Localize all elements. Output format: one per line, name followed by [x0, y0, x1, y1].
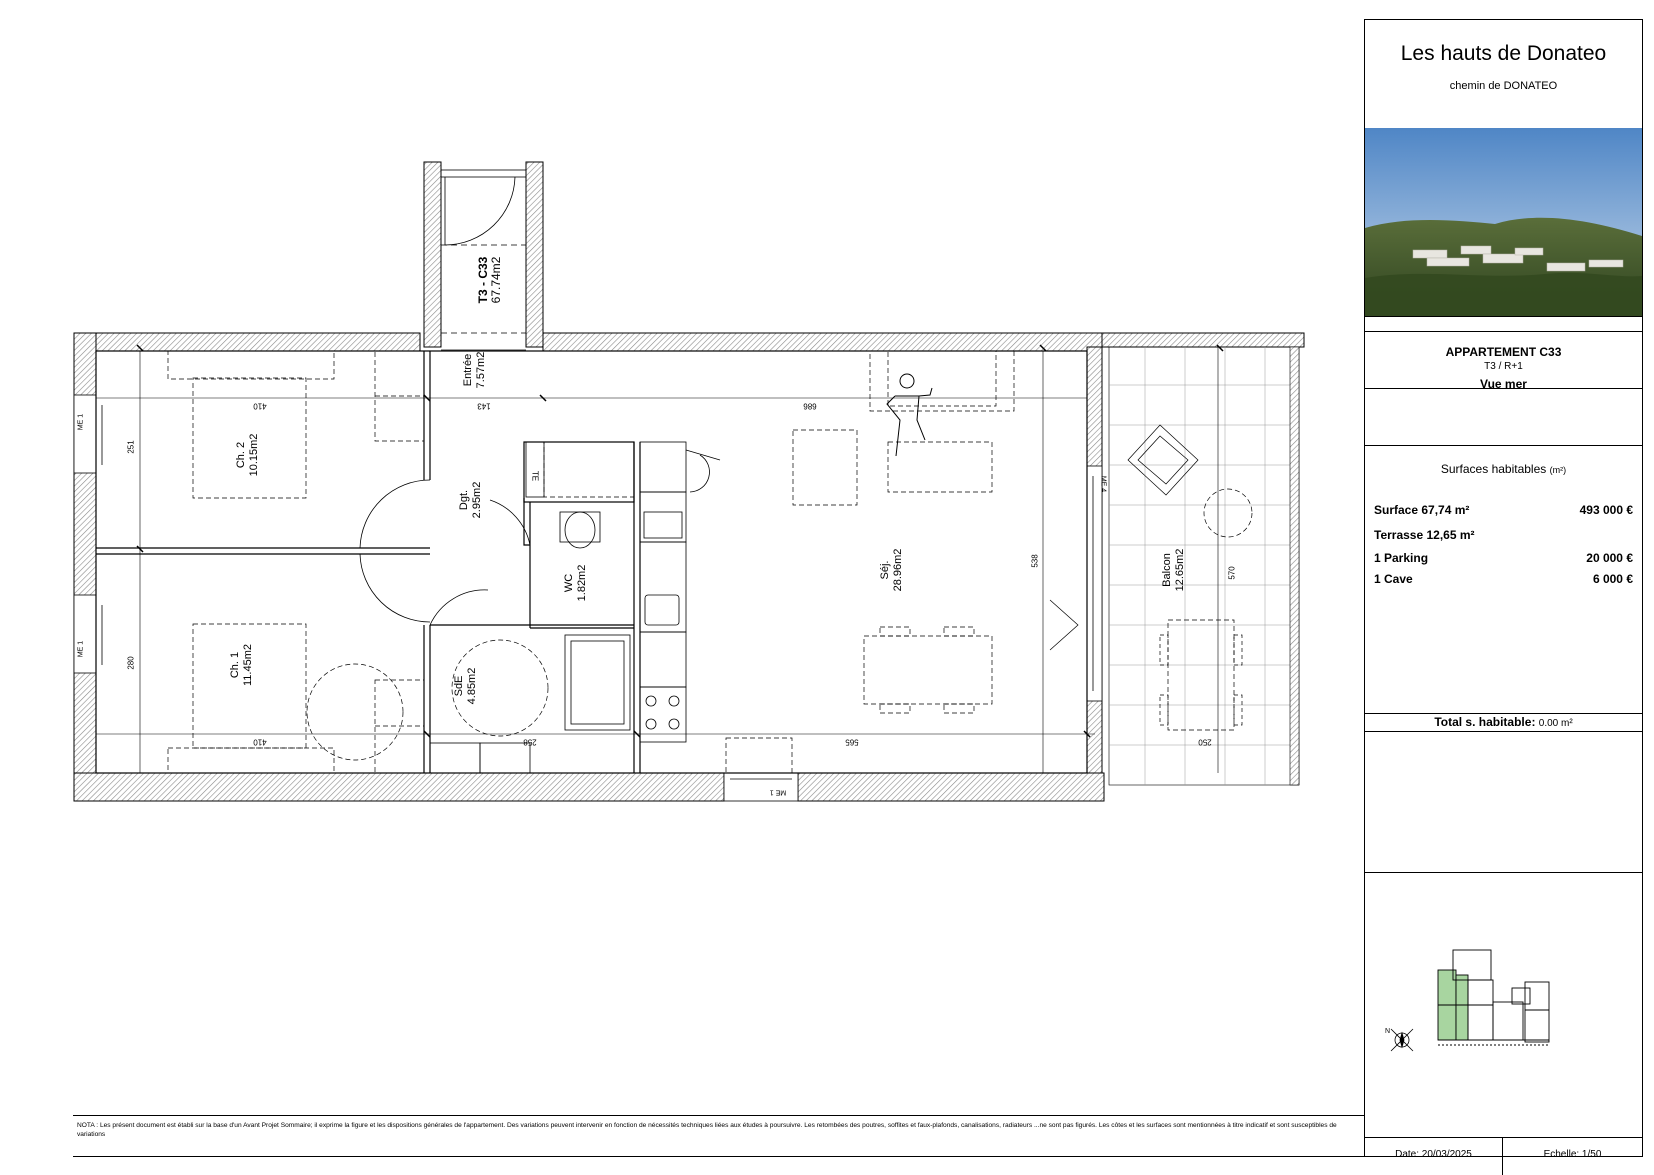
room-sejour: Séj. 28.96m2: [879, 549, 905, 592]
dim-entree-width: 143: [477, 401, 491, 411]
room-sde-name: SdE: [453, 675, 465, 697]
surfaces-unit: (m²): [1549, 465, 1567, 475]
interior-partitions: [95, 350, 1088, 774]
dim-ch2-width: 410: [253, 401, 267, 411]
parking-label: 1 Parking: [1374, 551, 1429, 565]
wardrobes: [374, 350, 425, 774]
living-furniture: [725, 350, 1015, 774]
room-sejour-name: Séj.: [879, 560, 891, 580]
room-sejour-area: 28.96m2: [892, 548, 904, 592]
room-sde-area: 4.85m2: [466, 667, 478, 705]
room-dgt-area: 2.95m2: [471, 481, 483, 519]
room-sde: SdE 4.85m2: [453, 668, 479, 705]
surface-row: Surface 67,74 m² 493 000 €: [1374, 503, 1633, 517]
room-balcon-name: Balcon: [1161, 553, 1173, 587]
dim-ch1-width: 410: [253, 737, 267, 747]
door-swings: [359, 479, 531, 626]
project-photo: [1365, 128, 1642, 316]
beds: [167, 350, 549, 774]
room-dgt-name: Dgt.: [458, 489, 470, 511]
apartment-title: APPARTEMENT C33: [1445, 345, 1562, 359]
room-ch2-area: 10.15m2: [248, 433, 260, 477]
project-subtitle: chemin de DONATEO: [1449, 80, 1558, 92]
balcony-furniture: [1049, 424, 1253, 731]
svg-text:N: N: [1385, 1028, 1390, 1035]
apartment-type-level: T3 / R+1: [1484, 361, 1523, 372]
nota-text: NOTA : Les présent document est établi s…: [77, 1122, 1337, 1138]
dim-bottom-sejour: 565: [845, 737, 859, 747]
room-wc-area: 1.82m2: [576, 564, 588, 602]
room-balcon: Balcon 12.65m2: [1161, 549, 1187, 592]
surface-label: Surface 67,74 m²: [1374, 503, 1470, 517]
dim-balcon-width: 250: [1198, 737, 1212, 747]
total-label: Total s. habitable:: [1434, 715, 1536, 729]
plan-tag-code: T3 - C33: [476, 256, 490, 304]
room-ch2: Ch. 2 10.15m2: [235, 434, 261, 477]
terrasse-label: Terrasse 12,65 m²: [1374, 528, 1475, 542]
cave-label: 1 Cave: [1374, 572, 1413, 586]
total-value: 0.00 m²: [1538, 718, 1573, 729]
date-cell: Date: 20/03/2025: [1365, 1137, 1503, 1175]
window-tag-me1-ch2: ME 1: [77, 413, 85, 431]
scale-cell: Echelle: 1/50: [1543, 1149, 1602, 1160]
human-figure: [886, 373, 933, 457]
surface-price: 493 000 €: [1579, 503, 1633, 517]
dim-ch1-depth: 280: [126, 656, 136, 670]
room-ch1: Ch. 1 11.45m2: [229, 644, 255, 686]
project-title: Les hauts de Donateo: [1400, 42, 1607, 65]
balcony: [1108, 346, 1300, 786]
key-plan: N: [1365, 890, 1642, 1090]
north-arrow-icon: [1390, 1028, 1414, 1052]
room-ch1-area: 11.45m2: [242, 644, 254, 686]
room-entree-area: 7.57m2: [475, 351, 487, 389]
cave-price: 6 000 €: [1592, 572, 1633, 586]
terrasse-row: Terrasse 12,65 m²: [1374, 528, 1633, 542]
parking-price: 20 000 €: [1586, 551, 1633, 565]
floor-plan-drawing: [73, 161, 1305, 802]
room-ch2-name: Ch. 2: [235, 441, 247, 469]
window-tag-me1-ch1: ME 1: [77, 640, 85, 658]
dim-bottom-sde: 258: [523, 737, 537, 747]
cave-row: 1 Cave 6 000 €: [1374, 572, 1633, 586]
room-entree: Entrée 7.57m2: [462, 352, 488, 389]
surfaces-title: Surfaces habitables (m²): [1365, 462, 1642, 476]
window-tag-me4: ME 4: [1099, 475, 1107, 493]
room-balcon-area: 12.65m2: [1174, 548, 1186, 592]
dim-sejour-width: 686: [803, 401, 817, 411]
room-entree-name: Entrée: [462, 353, 474, 387]
room-wc: WC 1.82m2: [563, 565, 589, 602]
total-surface-box: Total s. habitable: 0.00 m²: [1365, 713, 1642, 732]
fixture-te-label: TE: [530, 470, 540, 482]
plan-tag-area: 67.74m2: [489, 256, 503, 304]
dim-ch2-depth: 251: [126, 440, 136, 454]
surfaces-title-text: Surfaces habitables: [1440, 462, 1547, 476]
parking-row: 1 Parking 20 000 €: [1374, 551, 1633, 565]
dim-balcon-depth: 570: [1227, 566, 1237, 580]
room-wc-name: WC: [563, 573, 575, 593]
plan-tag: T3 - C33 67.74m2: [476, 256, 503, 304]
room-ch1-name: Ch. 1: [229, 651, 241, 679]
room-dgt: Dgt. 2.95m2: [458, 482, 484, 519]
title-block: Les hauts de Donateo chemin de DONATEO A…: [1364, 19, 1643, 1175]
window-tag-me1-sejour: ME 1: [769, 788, 787, 796]
te-box: [525, 441, 635, 498]
dim-sejour-depth: 538: [1030, 554, 1040, 568]
